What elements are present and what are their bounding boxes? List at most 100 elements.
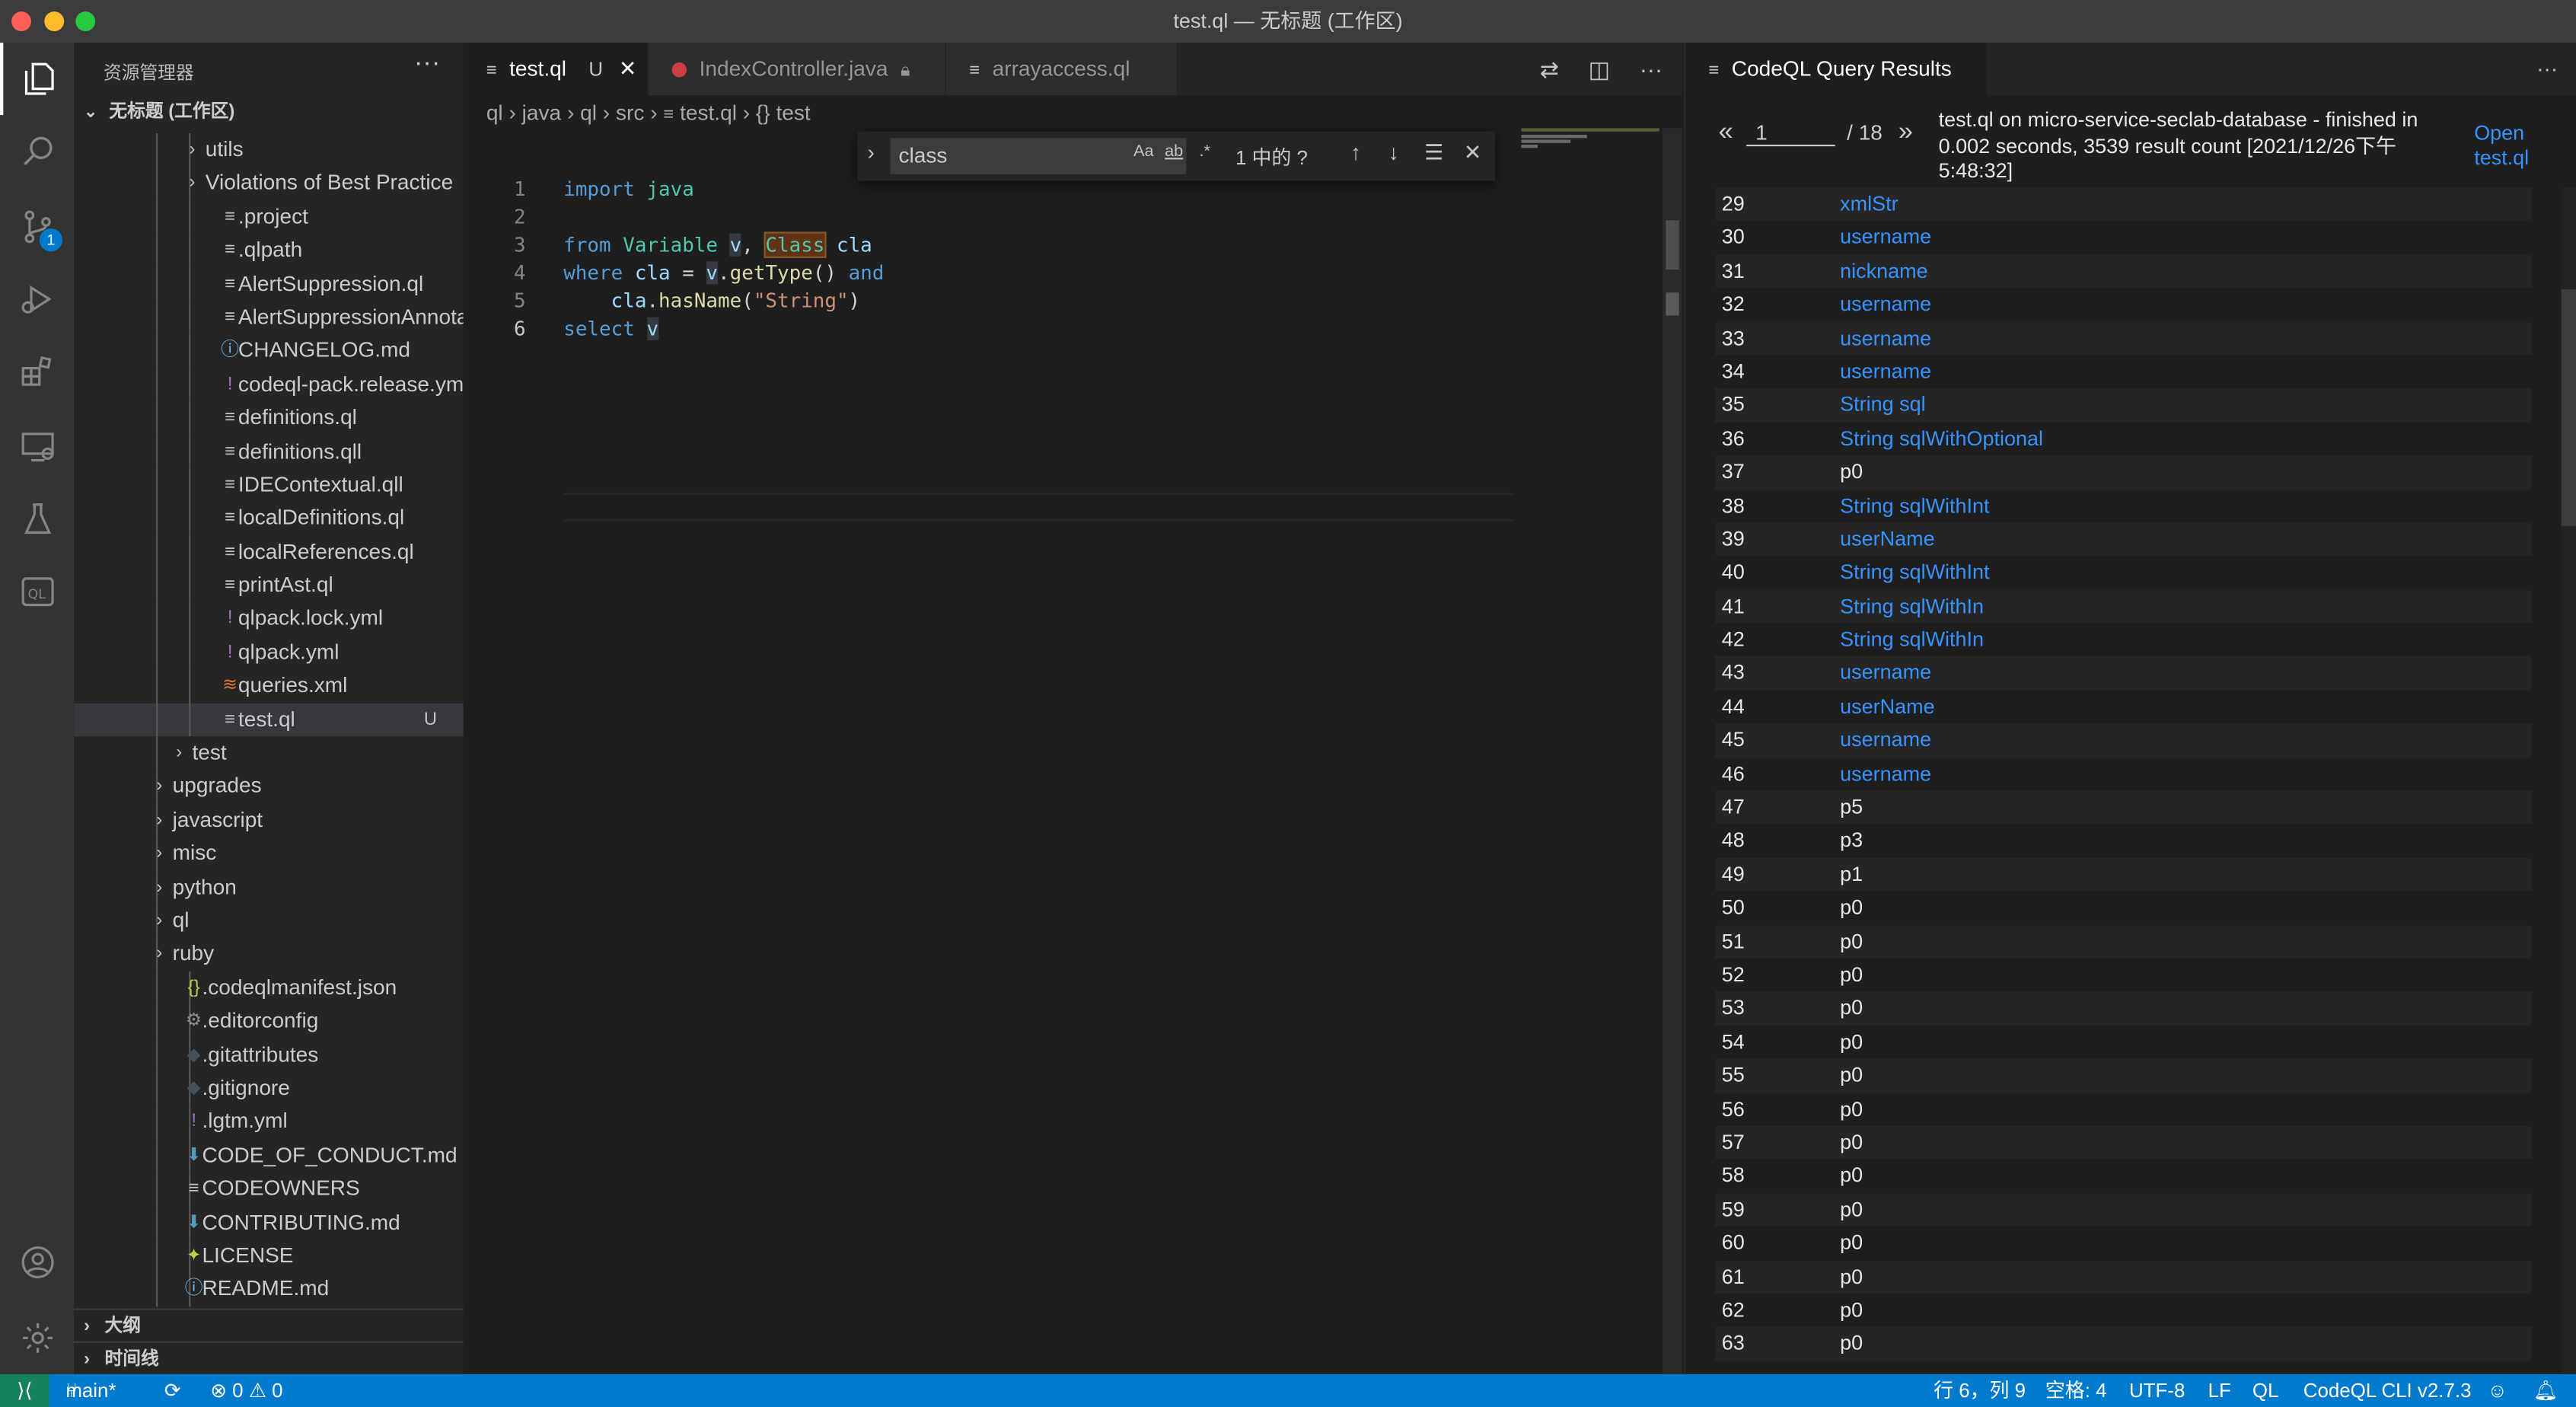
- tree-file[interactable]: ≡ .qlpath: [74, 233, 463, 267]
- result-link[interactable]: userName: [1840, 522, 1934, 556]
- breadcrumb-item[interactable]: test.ql: [680, 100, 737, 125]
- page-input[interactable]: 1: [1745, 120, 1835, 147]
- source-control-icon[interactable]: 1: [0, 190, 74, 263]
- end-of-line[interactable]: LF: [2208, 1374, 2231, 1407]
- result-link[interactable]: String sqlWithInt: [1840, 556, 1989, 589]
- tree-folder[interactable]: › test: [74, 736, 463, 770]
- tree-file[interactable]: ◆ .gitignore: [74, 1071, 463, 1106]
- tab-indexcontroller-java[interactable]: IndexController.java 🔒︎: [649, 43, 945, 96]
- open-query-link[interactable]: Open test.ql: [2474, 122, 2546, 171]
- tree-file[interactable]: ◆ .gitattributes: [74, 1038, 463, 1072]
- testing-icon[interactable]: [0, 483, 74, 556]
- manage-gear-icon[interactable]: [0, 1302, 74, 1374]
- timeline-section[interactable]: › 时间线: [74, 1341, 464, 1374]
- tree-file[interactable]: ≡ definitions.qll: [74, 435, 463, 469]
- tree-file[interactable]: ≡ .project: [74, 199, 463, 234]
- tree-folder[interactable]: › Violations of Best Practice: [74, 166, 463, 200]
- result-link[interactable]: xmlStr: [1840, 187, 1898, 221]
- tree-folder[interactable]: › python: [74, 870, 463, 904]
- breadcrumb-item[interactable]: ql: [486, 100, 503, 125]
- tree-file[interactable]: ≋ queries.xml: [74, 669, 463, 704]
- result-link[interactable]: username: [1840, 656, 1931, 690]
- result-link[interactable]: username: [1840, 221, 1931, 254]
- split-editor-icon[interactable]: ◫: [1589, 56, 1611, 82]
- tree-file[interactable]: ⚙ .editorconfig: [74, 1004, 463, 1038]
- remote-explorer-icon[interactable]: [0, 411, 74, 483]
- codeql-icon[interactable]: QL: [0, 556, 74, 628]
- bell-icon[interactable]: 🔔︎: [2533, 1374, 2558, 1407]
- explorer-icon[interactable]: [0, 43, 74, 116]
- whole-word-icon[interactable]: ab: [1165, 143, 1183, 161]
- tree-file[interactable]: ! codeql-pack.release.yml: [74, 368, 464, 402]
- tree-file[interactable]: ≡ AlertSuppression.ql: [74, 266, 463, 301]
- result-link[interactable]: String sqlWithInt: [1840, 489, 1989, 522]
- tree-file[interactable]: ⓘ README.md: [74, 1272, 463, 1306]
- codeql-cli-version[interactable]: CodeQL CLI v2.7.3: [2303, 1374, 2472, 1407]
- remote-indicator-icon[interactable]: ⟩⟨: [0, 1374, 49, 1407]
- problems-indicator[interactable]: ⊗ 0 ⚠ 0: [210, 1374, 282, 1407]
- tree-file[interactable]: ≡ test.ql U: [74, 703, 464, 737]
- arrow-down-icon[interactable]: ↓: [1388, 140, 1399, 164]
- tree-file[interactable]: ✦ LICENSE: [74, 1239, 463, 1273]
- close-window-button[interactable]: [11, 11, 32, 32]
- compare-changes-icon[interactable]: ⇄: [1540, 56, 1559, 82]
- result-link[interactable]: String sqlWithIn: [1840, 623, 1984, 656]
- encoding[interactable]: UTF-8: [2129, 1374, 2185, 1407]
- minimap[interactable]: [1518, 128, 1663, 1374]
- result-link[interactable]: String sqlWithOptional: [1840, 422, 2043, 455]
- outline-section[interactable]: › 大纲: [74, 1308, 464, 1341]
- result-link[interactable]: username: [1840, 723, 1931, 757]
- tab-codeql-query-results[interactable]: ≡ CodeQL Query Results ✕: [1685, 43, 1987, 135]
- indentation[interactable]: 空格: 4: [2045, 1374, 2107, 1407]
- language-mode[interactable]: QL: [2252, 1374, 2279, 1407]
- find-in-selection-icon[interactable]: ☰: [1424, 140, 1443, 167]
- match-case-icon[interactable]: Aa: [1133, 143, 1153, 161]
- result-link[interactable]: nickname: [1840, 254, 1927, 288]
- more-actions-icon[interactable]: ···: [1640, 56, 1663, 82]
- extensions-icon[interactable]: [0, 335, 74, 407]
- tree-file[interactable]: ! qlpack.yml: [74, 636, 463, 670]
- breadcrumb-item[interactable]: {} test: [756, 100, 811, 125]
- more-actions-icon[interactable]: ···: [2536, 56, 2558, 80]
- chevron-right-icon[interactable]: ›: [868, 140, 875, 164]
- tree-folder[interactable]: › upgrades: [74, 770, 463, 804]
- tree-file[interactable]: {} .codeqlmanifest.json: [74, 971, 463, 1005]
- tree-file[interactable]: ⬇ CODE_OF_CONDUCT.md: [74, 1138, 463, 1172]
- breadcrumb-item[interactable]: src: [616, 100, 644, 125]
- result-link[interactable]: userName: [1840, 690, 1934, 723]
- tree-file[interactable]: ≡AlertSuppressionAnnotations...: [74, 300, 464, 334]
- close-icon[interactable]: ✕: [1464, 140, 1482, 167]
- tree-folder[interactable]: › ruby: [74, 937, 463, 972]
- workspace-header[interactable]: ⌄ 无标题 (工作区): [74, 95, 463, 128]
- editor-scrollbar[interactable]: [1663, 128, 1682, 1374]
- previous-page-icon[interactable]: «: [1718, 118, 1733, 146]
- tree-file[interactable]: ≡ localDefinitions.ql: [74, 502, 463, 536]
- tree-file[interactable]: ≡ printAst.ql: [74, 569, 463, 603]
- close-icon[interactable]: ✕: [619, 56, 637, 80]
- result-link[interactable]: String sqlWithIn: [1840, 589, 1984, 623]
- result-link[interactable]: username: [1840, 288, 1931, 321]
- tree-folder[interactable]: › javascript: [74, 803, 463, 838]
- tree-file[interactable]: ⬇ CONTRIBUTING.md: [74, 1205, 463, 1240]
- result-link[interactable]: username: [1840, 757, 1931, 790]
- minimize-window-button[interactable]: [44, 11, 65, 32]
- search-icon[interactable]: [0, 115, 74, 187]
- breadcrumb-item[interactable]: ql: [580, 100, 597, 125]
- tree-folder[interactable]: › misc: [74, 837, 463, 871]
- run-debug-icon[interactable]: [0, 263, 74, 335]
- next-page-icon[interactable]: »: [1899, 118, 1913, 146]
- sync-icon[interactable]: ⟳: [164, 1374, 181, 1407]
- results-scrollbar[interactable]: [2561, 187, 2576, 1374]
- arrow-up-icon[interactable]: ↑: [1350, 140, 1361, 164]
- tree-file[interactable]: ≡ IDEContextual.qll: [74, 468, 463, 502]
- tree-folder[interactable]: › ql: [74, 904, 463, 938]
- tab-arrayaccess-ql[interactable]: ≡ arrayaccess.ql: [946, 43, 1177, 96]
- tree-file[interactable]: ! qlpack.lock.yml: [74, 602, 463, 636]
- regex-icon[interactable]: .*: [1199, 143, 1210, 161]
- tree-file[interactable]: ≡ definitions.ql: [74, 401, 463, 436]
- result-link[interactable]: username: [1840, 355, 1931, 388]
- zoom-window-button[interactable]: [75, 11, 96, 32]
- tree-file[interactable]: ≡ localReferences.ql: [74, 535, 463, 570]
- cursor-position[interactable]: 行 6，列 9: [1934, 1374, 2026, 1407]
- tree-file[interactable]: ⓘ CHANGELOG.md: [74, 333, 463, 368]
